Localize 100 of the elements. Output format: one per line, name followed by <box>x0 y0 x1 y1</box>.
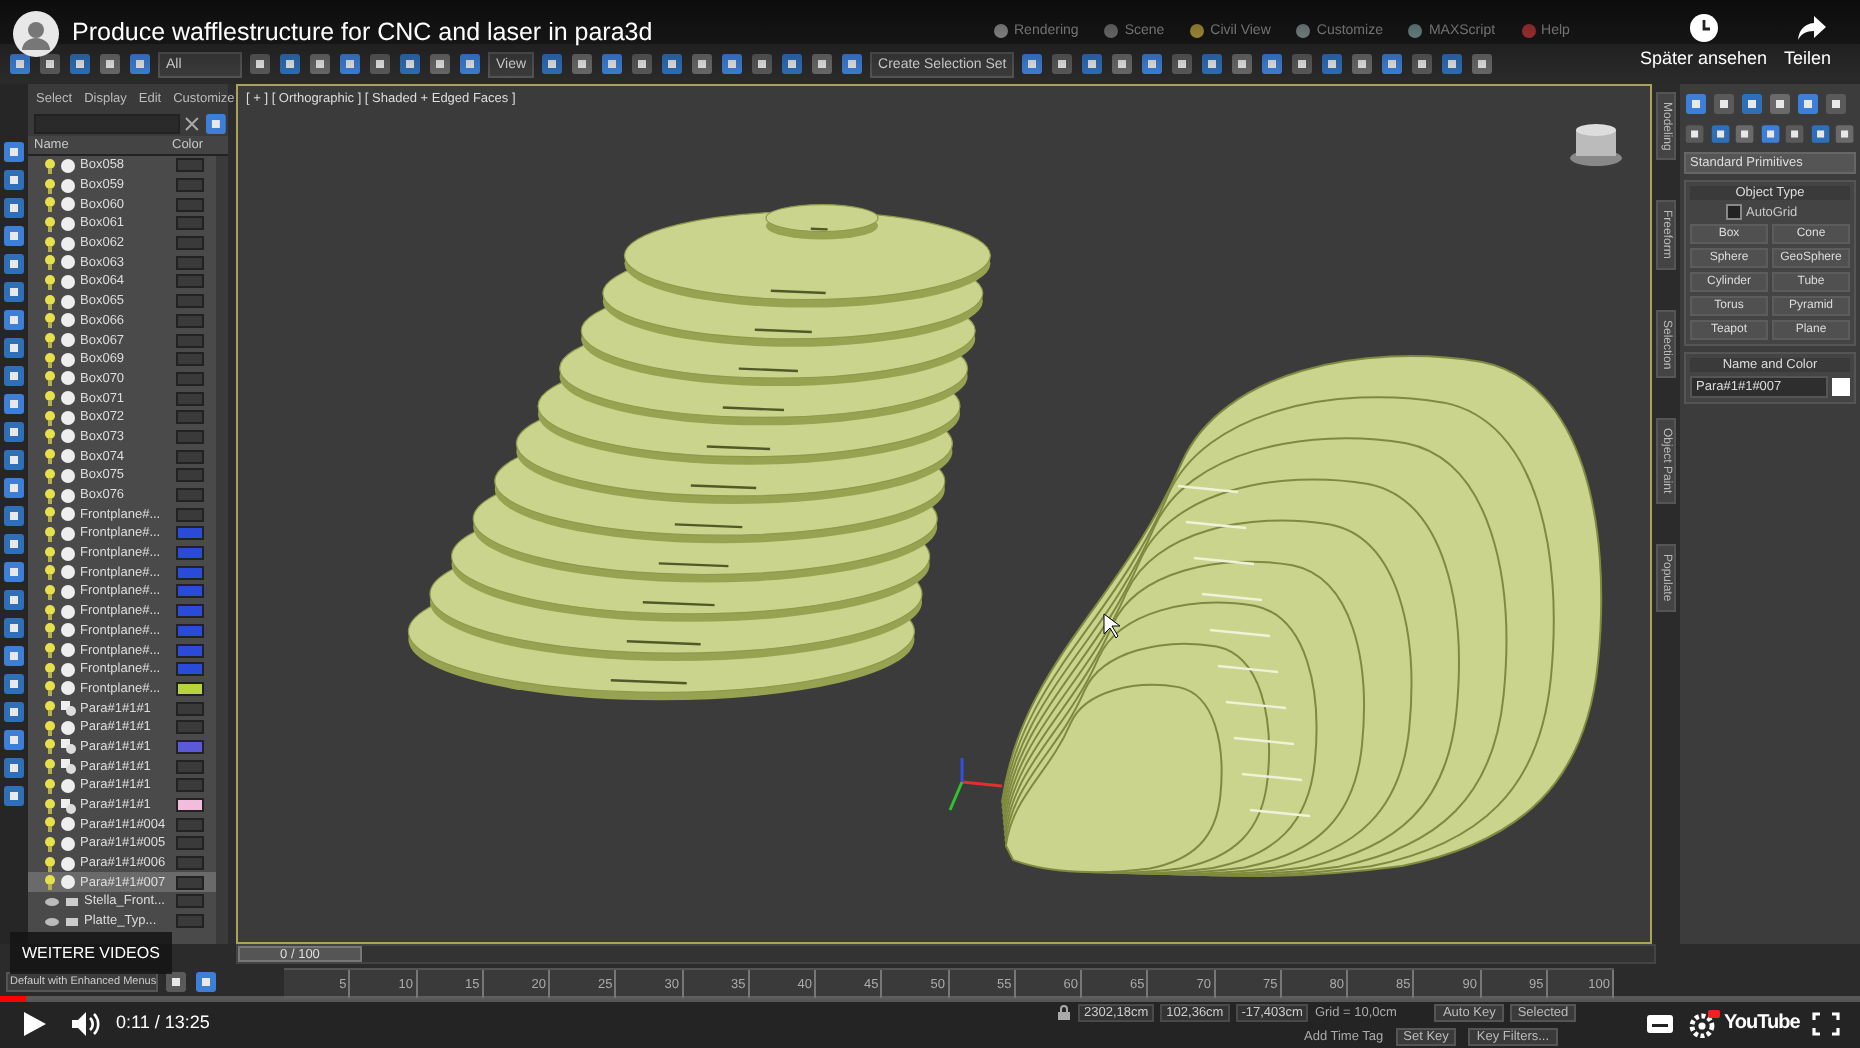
lightbulb-icon[interactable] <box>44 545 56 562</box>
tool-icon[interactable] <box>1080 52 1105 76</box>
tool-icon[interactable] <box>2 784 26 808</box>
lightbulb-icon[interactable] <box>44 409 56 426</box>
lightbulb-icon[interactable] <box>44 525 56 542</box>
watch-later-label[interactable]: Später ansehen <box>1640 48 1768 68</box>
tool-icon[interactable] <box>1709 122 1731 146</box>
tool-icon[interactable] <box>1320 52 1345 76</box>
video-title[interactable]: Produce wafflestructure for CNC and laser in para3d <box>72 18 653 46</box>
tool-icon[interactable] <box>2 476 26 500</box>
tool-icon[interactable] <box>1110 52 1135 76</box>
tool-icon[interactable] <box>690 52 715 76</box>
avatar-icon[interactable] <box>12 10 60 58</box>
clock-icon[interactable] <box>1688 12 1720 44</box>
tool-icon[interactable] <box>2 420 26 444</box>
lightbulb-icon[interactable] <box>44 642 56 659</box>
lightbulb-icon[interactable] <box>44 564 56 581</box>
tool-icon[interactable] <box>204 112 228 136</box>
tool-icon[interactable] <box>2 504 26 528</box>
tool-icon[interactable] <box>1140 52 1165 76</box>
lightbulb-icon[interactable] <box>44 293 56 310</box>
tool-icon[interactable] <box>1230 52 1255 76</box>
color-swatch[interactable] <box>1832 378 1850 396</box>
more-videos-button[interactable]: WEITERE VIDEOS <box>10 932 172 974</box>
tool-icon[interactable] <box>248 52 272 76</box>
tool-icon[interactable] <box>630 52 655 76</box>
lightbulb-icon[interactable] <box>44 816 56 833</box>
search-field[interactable] <box>34 114 181 134</box>
lightbulb-icon[interactable] <box>44 777 56 794</box>
tool-icon[interactable] <box>164 970 188 994</box>
lightbulb-icon[interactable] <box>44 680 56 697</box>
tool-icon[interactable] <box>2 532 26 556</box>
tool-icon[interactable] <box>68 52 92 76</box>
lightbulb-icon[interactable] <box>44 758 56 775</box>
lightbulb-icon[interactable] <box>44 835 56 852</box>
tool-icon[interactable] <box>1796 92 1820 116</box>
lightbulb-icon[interactable] <box>44 177 56 194</box>
tool-icon[interactable] <box>570 52 595 76</box>
tool-icon[interactable] <box>2 588 26 612</box>
tool-icon[interactable] <box>1260 52 1285 76</box>
tool-icon[interactable] <box>1834 122 1857 146</box>
subtitles-icon[interactable] <box>1646 1014 1674 1034</box>
tool-icon[interactable] <box>1020 52 1045 76</box>
youtube-logo[interactable]: YouTube <box>1724 1012 1800 1034</box>
lightbulb-icon[interactable] <box>44 719 56 736</box>
lightbulb-icon[interactable] <box>44 467 56 484</box>
tool-icon[interactable] <box>2 168 26 192</box>
tool-icon[interactable] <box>368 52 392 76</box>
tool-icon[interactable] <box>1759 122 1781 146</box>
tool-icon[interactable] <box>1684 122 1706 146</box>
tool-icon[interactable] <box>128 52 152 76</box>
tool-icon[interactable] <box>2 308 26 332</box>
tool-icon[interactable] <box>2 644 26 668</box>
settings-icon[interactable] <box>1688 1010 1720 1038</box>
tool-icon[interactable] <box>1440 52 1465 76</box>
tool-icon[interactable] <box>780 52 805 76</box>
lightbulb-icon[interactable] <box>44 196 56 213</box>
tool-icon[interactable] <box>2 224 26 248</box>
tool-icon[interactable] <box>750 52 775 76</box>
lightbulb-icon[interactable] <box>44 622 56 639</box>
lightbulb-icon[interactable] <box>44 738 56 755</box>
tool-icon[interactable] <box>2 756 26 780</box>
lightbulb-icon[interactable] <box>44 661 56 678</box>
lightbulb-icon[interactable] <box>44 797 56 814</box>
tool-icon[interactable] <box>1050 52 1075 76</box>
lightbulb-icon[interactable] <box>44 351 56 368</box>
speaker-icon[interactable] <box>70 1010 102 1038</box>
tool-icon[interactable] <box>1410 52 1435 76</box>
lightbulb-icon[interactable] <box>44 273 56 290</box>
lightbulb-icon[interactable] <box>44 157 56 174</box>
lightbulb-icon[interactable] <box>44 215 56 232</box>
lightbulb-icon[interactable] <box>44 370 56 387</box>
tool-icon[interactable] <box>2 560 26 584</box>
lightbulb-icon[interactable] <box>44 254 56 271</box>
tool-icon[interactable] <box>2 364 26 388</box>
tool-icon[interactable] <box>540 52 565 76</box>
tool-icon[interactable] <box>660 52 685 76</box>
lock-icon[interactable] <box>1056 1004 1072 1020</box>
tool-icon[interactable] <box>2 448 26 472</box>
fullscreen-icon[interactable] <box>1812 1012 1840 1036</box>
play-icon[interactable] <box>20 1010 48 1038</box>
lightbulb-icon[interactable] <box>44 700 56 717</box>
tool-icon[interactable] <box>600 52 625 76</box>
tool-icon[interactable] <box>2 700 26 724</box>
lightbulb-icon[interactable] <box>44 448 56 465</box>
tool-icon[interactable] <box>1470 52 1495 76</box>
tool-icon[interactable] <box>1740 92 1764 116</box>
tool-icon[interactable] <box>98 52 122 76</box>
lightbulb-icon[interactable] <box>44 312 56 329</box>
tool-icon[interactable] <box>2 392 26 416</box>
tool-icon[interactable] <box>1809 122 1831 146</box>
lightbulb-icon[interactable] <box>44 506 56 523</box>
tool-icon[interactable] <box>1734 122 1756 146</box>
tool-icon[interactable] <box>2 336 26 360</box>
tool-icon[interactable] <box>2 728 26 752</box>
tool-icon[interactable] <box>1350 52 1375 76</box>
tool-icon[interactable] <box>1684 92 1708 116</box>
lightbulb-icon[interactable] <box>44 487 56 504</box>
tool-icon[interactable] <box>1824 92 1848 116</box>
tool-icon[interactable] <box>278 52 302 76</box>
